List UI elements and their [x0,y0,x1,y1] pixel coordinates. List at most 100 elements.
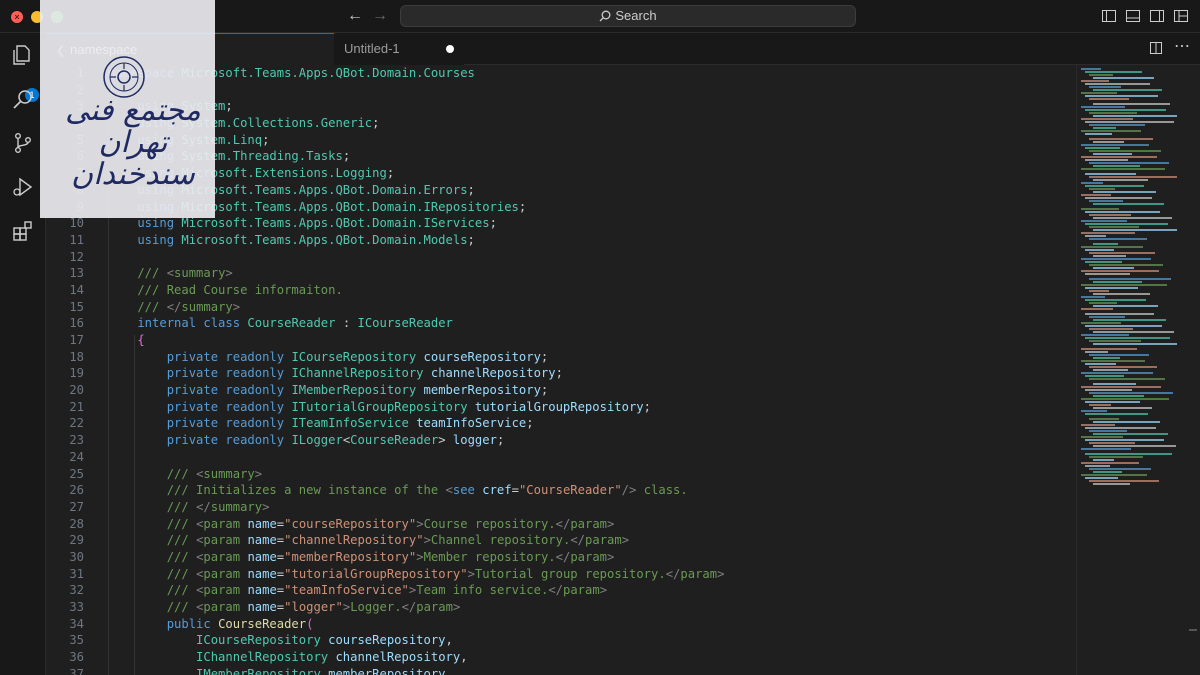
code-line[interactable]: /// <param name="teamInfoService">Team i… [108,582,1068,599]
minimap-line [1089,176,1177,178]
code-token: Channel repository. [430,533,571,548]
code-token: > [717,566,725,581]
minimap[interactable] [1076,65,1186,675]
minimap-line [1085,363,1116,365]
code-line[interactable]: private readonly ILogger<CourseReader> l… [108,432,1068,449]
code-line[interactable]: /// <summary> [108,265,1068,282]
command-center-search[interactable]: Search [400,5,856,27]
minimap-line [1093,471,1122,473]
minimap-line [1093,191,1156,193]
code-content[interactable]: namespace Microsoft.Teams.Apps.QBot.Doma… [108,65,1068,675]
code-line[interactable]: private readonly ITutorialGroupRepositor… [108,399,1068,416]
code-line[interactable]: internal class CourseReader : ICourseRea… [108,315,1068,332]
close-window-button[interactable]: × [11,11,23,23]
extensions-icon[interactable] [11,219,35,243]
code-token: CourseReader [247,316,336,331]
code-token: param [203,533,248,548]
code-token: , [460,650,468,665]
toggle-primary-sidebar-icon[interactable] [1101,8,1117,24]
minimap-line [1081,182,1103,184]
code-line[interactable]: /// </summary> [108,499,1068,516]
code-line[interactable]: IChannelRepository channelRepository, [108,649,1068,666]
code-line[interactable]: private readonly ICourseRepository cours… [108,349,1068,366]
code-line[interactable]: { [108,332,1068,349]
minimap-line [1081,284,1167,286]
code-token: </ [570,533,586,548]
line-number: 27 [69,499,84,514]
code-token: IMemberRepository [291,383,424,398]
code-token: /// [108,466,197,481]
code-line[interactable]: using System.Collections.Generic; [108,115,1068,132]
code-line[interactable]: /// Initializes a new instance of the <s… [108,482,1068,499]
code-line[interactable] [108,249,1068,266]
code-line[interactable]: { [108,82,1068,99]
code-line[interactable]: namespace Microsoft.Teams.Apps.QBot.Doma… [108,65,1068,82]
minimap-line [1085,147,1120,149]
code-token: </ [196,499,211,514]
code-line[interactable]: private readonly IMemberRepository membe… [108,382,1068,399]
code-line[interactable]: private readonly ITeamInfoService teamIn… [108,415,1068,432]
code-token: see [452,483,483,498]
code-line[interactable]: using Microsoft.Teams.Apps.QBot.Domain.I… [108,215,1068,232]
minimap-line [1093,267,1134,269]
code-line[interactable]: /// <summary> [108,466,1068,483]
code-line[interactable]: /// Read Course informaiton. [108,282,1068,299]
more-actions-icon[interactable]: ⋯ [1174,37,1190,57]
code-token: Microsoft.Teams.Apps.QBot.Domain.Courses [181,66,475,80]
code-line[interactable]: ICourseRepository courseRepository, [108,632,1068,649]
minimap-line [1085,325,1162,327]
vertical-scrollbar[interactable] [1186,65,1200,675]
minimap-line [1089,226,1139,228]
code-token: "courseRepository" [284,516,417,531]
minimap-line [1089,150,1161,152]
line-number: 17 [69,333,84,347]
code-token: private readonly [108,399,292,414]
split-editor-icon[interactable] [1149,41,1163,55]
toggle-panel-icon[interactable] [1125,8,1141,24]
code-line[interactable]: using Microsoft.Teams.Apps.QBot.Domain.E… [108,182,1068,199]
code-token: param [203,516,248,531]
code-line[interactable]: /// <param name="channelRepository">Chan… [108,532,1068,549]
minimap-line [1089,162,1169,164]
code-line[interactable]: /// </summary> [108,299,1068,316]
code-token: memberRepository [328,666,446,675]
code-line[interactable]: using System.Threading.Tasks; [108,148,1068,165]
minimap-line [1081,436,1123,438]
code-line[interactable]: using System; [108,98,1068,115]
code-line[interactable]: IMemberRepository memberRepository, [108,666,1068,675]
code-line[interactable]: using Microsoft.Teams.Apps.QBot.Domain.I… [108,199,1068,216]
code-line[interactable]: using Microsoft.Teams.Apps.QBot.Domain.M… [108,232,1068,249]
arrow-left-icon[interactable]: ← [347,7,363,25]
code-token: ; [342,149,351,164]
minimap-line [1093,255,1126,257]
code-line[interactable]: using System.Linq; [108,132,1068,149]
explorer-icon[interactable] [11,43,35,67]
tab-untitled-1[interactable]: Untitled-1 [334,33,464,65]
line-number: 35 [69,633,84,648]
code-token: ; [489,216,497,231]
run-debug-icon[interactable] [11,175,35,199]
code-line[interactable]: /// <param name="courseRepository">Cours… [108,516,1068,533]
code-line[interactable]: /// <param name="memberRepository">Membe… [108,549,1068,566]
arrow-right-icon[interactable]: → [372,7,388,25]
unsaved-dot-icon[interactable] [446,45,454,53]
toggle-secondary-sidebar-icon[interactable] [1149,8,1165,24]
source-control-icon[interactable] [11,131,35,155]
minimap-line [1081,462,1139,464]
minimap-line [1081,398,1169,400]
search-icon[interactable] [11,87,35,111]
minimap-line [1089,366,1157,368]
minimap-line [1081,372,1153,374]
code-line[interactable] [108,449,1068,466]
code-line[interactable]: using Microsoft.Extensions.Logging; [108,165,1068,182]
code-line[interactable]: /// <param name="logger">Logger.</param> [108,599,1068,616]
minimap-line [1081,106,1125,108]
customize-layout-icon[interactable] [1173,8,1189,24]
line-number: 28 [69,516,84,531]
code-line[interactable]: /// <param name="tutorialGroupRepository… [108,566,1068,583]
code-token: > [621,533,630,548]
code-line[interactable]: private readonly IChannelRepository chan… [108,365,1068,382]
code-token: IMemberRepository [108,666,329,675]
code-line[interactable]: public CourseReader( [108,616,1068,633]
minimap-line [1085,401,1140,403]
